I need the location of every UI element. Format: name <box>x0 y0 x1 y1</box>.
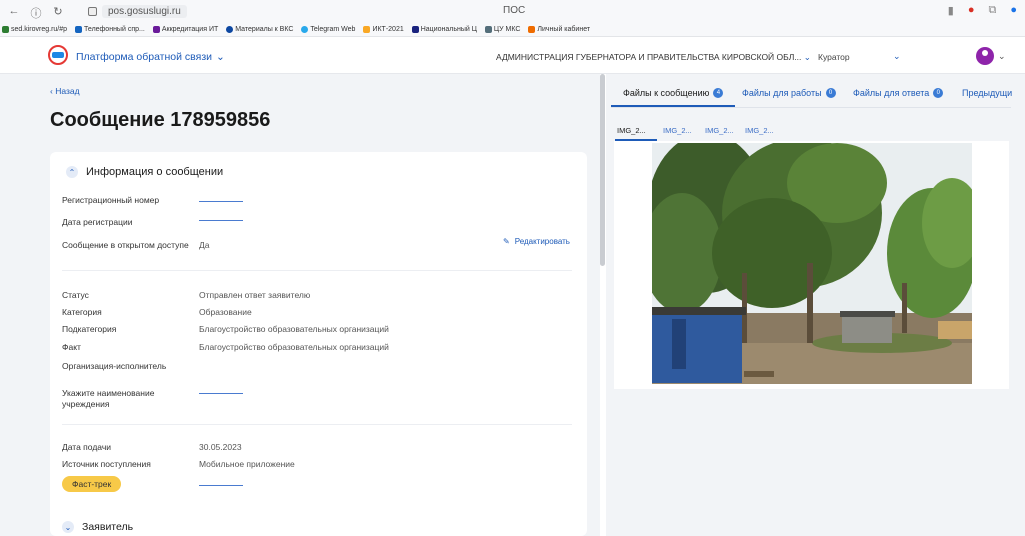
bookmark-item[interactable]: ИКТ-2021 <box>363 25 404 33</box>
tab-label: Предыдущи <box>962 88 1013 98</box>
tab-label: Файлы к сообщению <box>623 88 710 98</box>
chevron-down-icon: ⌄ <box>216 51 225 63</box>
status-label: Статус <box>62 290 89 300</box>
bookmark-item[interactable]: Telegram Web <box>301 25 355 33</box>
tab-response-files[interactable]: Файлы для ответа 0 <box>853 88 944 98</box>
reg-number-label: Регистрационный номер <box>62 195 160 205</box>
public-access-label: Сообщение в открытом доступе <box>62 240 189 250</box>
submit-date-value: 30.05.2023 <box>199 442 242 452</box>
back-label: Назад <box>55 86 80 96</box>
browser-nav: ← ⓘ ↻ <box>8 5 64 21</box>
platform-logo-icon[interactable] <box>48 45 68 65</box>
public-access-value: Да <box>199 240 210 250</box>
tab-label: Файлы для работы <box>742 88 822 98</box>
applicant-section-toggle[interactable]: ⌄ Заявитель <box>62 521 133 533</box>
attached-photo[interactable] <box>652 143 972 384</box>
subcategory-label: Подкатегория <box>62 324 117 334</box>
chevron-down-icon: ⌄ <box>62 521 74 533</box>
role-label: Куратор <box>818 52 850 62</box>
window-title: ПОС <box>503 5 526 16</box>
edit-label: Редактировать <box>514 237 570 246</box>
institution-empty <box>199 393 243 394</box>
category-label: Категория <box>62 307 102 317</box>
tab-previous[interactable]: Предыдущи <box>962 88 1012 98</box>
reg-date-label: Дата регистрации <box>62 217 133 227</box>
bookmark-item[interactable]: sed.kirovreg.ru/#p <box>2 25 67 33</box>
bookmark-item[interactable]: Аккредитация ИТ <box>152 25 218 33</box>
fact-value: Благоустройство образовательных организа… <box>199 342 389 352</box>
back-arrow-icon[interactable]: ← <box>8 5 20 21</box>
tab-count-badge: 0 <box>825 88 836 98</box>
tab-message-files[interactable]: Файлы к сообщению 4 <box>623 88 724 98</box>
puzzle-icon[interactable]: ⧉ <box>988 4 996 17</box>
edit-button[interactable]: ✎ Редактировать <box>503 237 570 246</box>
chevron-up-icon: ⌃ <box>66 166 78 178</box>
source-label: Источник поступления <box>62 459 151 469</box>
info-section-title: Информация о сообщении <box>86 166 224 178</box>
role-chevron-down-icon[interactable]: ⌄ <box>893 51 901 62</box>
fast-track-badge: Фаст-трек <box>62 476 122 492</box>
tab-count-badge: 4 <box>713 88 724 98</box>
subcategory-value: Благоустройство образовательных организа… <box>199 324 389 334</box>
status-value: Отправлен ответ заявителю <box>199 290 311 300</box>
bookmark-star-icon[interactable]: ▮ <box>948 4 954 17</box>
tab-work-files[interactable]: Файлы для работы 0 <box>742 88 836 98</box>
tab-label: Файлы для ответа <box>853 88 930 98</box>
pencil-icon: ✎ <box>503 237 510 246</box>
active-tab-indicator <box>611 105 735 107</box>
platform-label: Платформа обратной связи <box>76 51 212 63</box>
reg-date-empty <box>199 220 243 221</box>
file-tab[interactable]: IMG_2... <box>663 126 692 135</box>
reg-number-empty <box>199 201 243 202</box>
bookmark-item[interactable]: Национальный Ц <box>411 25 477 33</box>
chevron-down-icon: ⌄ <box>803 52 811 62</box>
organization-selector[interactable]: АДМИНИСТРАЦИЯ ГУБЕРНАТОРА И ПРАВИТЕЛЬСТВ… <box>496 52 811 63</box>
page-title: Сообщение 178959856 <box>50 109 271 131</box>
organization-label: АДМИНИСТРАЦИЯ ГУБЕРНАТОРА И ПРАВИТЕЛЬСТВ… <box>496 52 802 62</box>
file-tab[interactable]: IMG_2... <box>617 126 646 135</box>
profile-icon[interactable]: ● <box>1010 4 1017 17</box>
tab-rail <box>611 107 1011 108</box>
tab-count-badge: 0 <box>933 88 944 98</box>
scrollbar-thumb[interactable] <box>600 74 605 266</box>
fast-track-empty <box>199 485 243 486</box>
reload-icon[interactable]: ↻ <box>52 5 64 21</box>
submit-date-label: Дата подачи <box>62 442 112 452</box>
bookmarks-bar: sed.kirovreg.ru/#p Телефонный спр... Акк… <box>0 22 1025 37</box>
category-value: Образование <box>199 307 252 317</box>
back-link[interactable]: ‹ Назад <box>50 86 80 96</box>
applicant-section-title: Заявитель <box>82 521 134 533</box>
org-exec-label: Организация-исполнитель <box>62 361 167 371</box>
divider <box>62 424 572 425</box>
bookmark-item[interactable]: Материалы к ВКС <box>226 25 293 33</box>
lock-icon <box>88 6 97 16</box>
institution-label: Укажите наименование учреждения <box>62 388 155 409</box>
address-bar[interactable]: pos.gosuslugi.ru <box>88 4 187 18</box>
browser-actions: ▮ ● ⧉ ● <box>948 4 1017 17</box>
file-tab[interactable]: IMG_2... <box>745 126 774 135</box>
source-value: Мобильное приложение <box>199 459 295 469</box>
bookmark-item[interactable]: ЦУ МКС <box>484 25 520 33</box>
bookmark-item[interactable]: Личный кабинет <box>528 25 590 33</box>
user-avatar-icon[interactable] <box>976 47 994 65</box>
info-section-toggle[interactable]: ⌃ Информация о сообщении <box>66 166 223 178</box>
extension-icon[interactable]: ● <box>968 4 975 17</box>
fact-label: Факт <box>62 342 81 352</box>
platform-selector[interactable]: Платформа обратной связи ⌄ <box>76 51 225 63</box>
info-icon[interactable]: ⓘ <box>30 5 42 21</box>
divider <box>62 270 572 271</box>
url-text[interactable]: pos.gosuslugi.ru <box>102 4 187 18</box>
avatar-chevron-down-icon[interactable]: ⌄ <box>998 51 1006 62</box>
file-tab[interactable]: IMG_2... <box>705 126 734 135</box>
bookmark-item[interactable]: Телефонный спр... <box>75 25 145 33</box>
